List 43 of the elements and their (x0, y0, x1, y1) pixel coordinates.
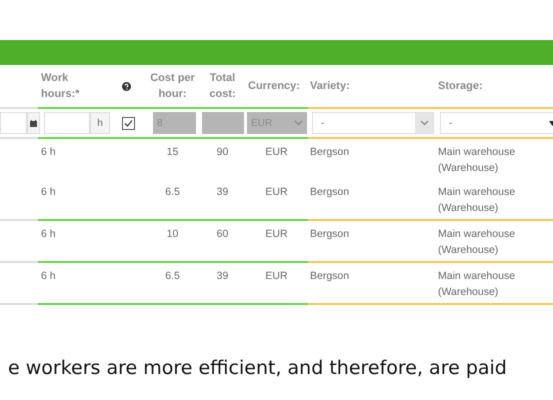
variety-cell-text: Bergson (310, 269, 350, 284)
total-field (202, 112, 244, 134)
variety-select[interactable]: - (312, 112, 434, 134)
storage-cell-text: Main warehouse (Warehouse) (438, 227, 516, 258)
currency-cell-text: EUR (265, 145, 288, 160)
cost-cell-text: 10 (166, 227, 178, 242)
column-header: Variety: (310, 79, 350, 94)
unit-label: h (90, 112, 110, 134)
variety-cell-text: Bergson (310, 145, 350, 160)
chevron-icon (294, 120, 303, 126)
storage-cell-text: Main warehouse (Warehouse) (438, 145, 516, 176)
checkbox[interactable] (122, 116, 135, 130)
column-header: Work hours:* (41, 71, 80, 102)
total-cell-text: 90 (216, 145, 228, 160)
storage-cell-text: Main warehouse (Warehouse) (438, 185, 516, 216)
hours-cell-text: 6 h (41, 185, 56, 200)
help-icon (122, 82, 131, 90)
hours-field[interactable] (44, 112, 90, 134)
cost-cell-text: 6.5 (165, 269, 180, 284)
storage-select[interactable]: - (440, 112, 553, 134)
hours-cell-text: 6 h (41, 227, 56, 242)
total-cell-text: 39 (216, 269, 228, 284)
hours-cell-text: 6 h (41, 269, 56, 284)
calendar-icon (30, 120, 37, 126)
cost-cell-text: 6.5 (165, 185, 180, 200)
variety-cell-text: Bergson (310, 185, 350, 200)
date-field[interactable] (0, 112, 27, 134)
currency-cell-text: EUR (265, 227, 288, 242)
storage-cell-text: Main warehouse (Warehouse) (438, 269, 516, 300)
column-header: Currency: (248, 79, 300, 94)
cost-cell-text: 15 (166, 145, 178, 160)
total-cell-text: 60 (216, 227, 228, 242)
variety-cell-text: Bergson (310, 227, 350, 242)
calendar-button[interactable] (27, 112, 40, 134)
caption-text: e workers are more efficient, and therefore, are paid (7, 356, 508, 379)
hours-cell-text: 6 h (41, 145, 56, 160)
chevron-icon (420, 120, 428, 126)
column-header: Total cost: (208, 71, 237, 102)
total-cell-text: 39 (216, 185, 228, 200)
currency-cell-text: EUR (265, 269, 288, 284)
column-header: Storage: (438, 79, 483, 94)
column-header: Cost per hour: (149, 71, 196, 102)
currency-cell-text: EUR (265, 185, 288, 200)
